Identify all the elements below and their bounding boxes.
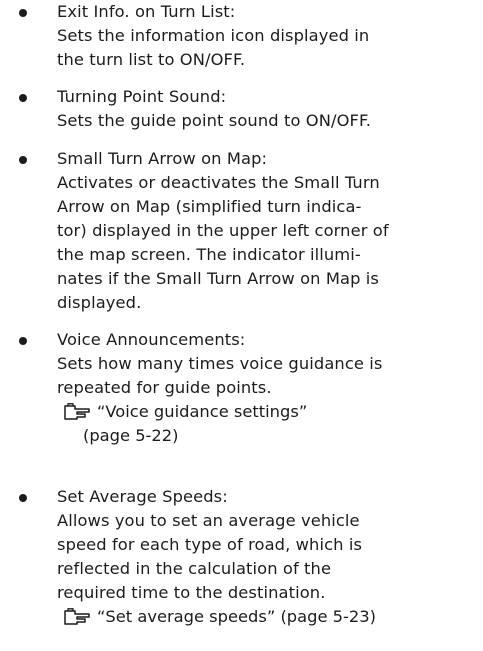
item-description-line: Sets how many times voice guidance is <box>57 354 383 373</box>
item-title: Small Turn Arrow on Map: <box>57 149 268 168</box>
reference-page-number[interactable]: (page 5-22) <box>83 424 179 448</box>
bullet-icon <box>19 494 27 502</box>
item-description-line: displayed. <box>57 293 142 312</box>
item-description-line: required time to the destination. <box>57 583 326 602</box>
bullet-icon <box>19 337 27 345</box>
item-title: Set Average Speeds: <box>57 487 228 506</box>
item-description-line: Allows you to set an average vehicle <box>57 511 360 530</box>
item-description-line: Sets the information icon displayed in <box>57 26 370 45</box>
item-title: Exit Info. on Turn List: <box>57 2 236 21</box>
reference-hand-icon <box>64 608 90 625</box>
item-title: Turning Point Sound: <box>57 87 227 106</box>
item-description-line: Sets the guide point sound to ON/OFF. <box>57 111 372 130</box>
item-title: Voice Announcements: <box>57 330 246 349</box>
item-description-line: the map screen. The indicator illumi- <box>57 245 361 264</box>
item-description-line: repeated for guide points. <box>57 378 272 397</box>
item-description-line: speed for each type of road, which is <box>57 535 363 554</box>
item-description-line: tor) displayed in the upper left corner … <box>57 221 389 240</box>
reference-link-text[interactable]: “Set average speeds” (page 5-23) <box>97 605 376 629</box>
bullet-icon <box>19 9 27 17</box>
item-description-line: reflected in the calculation of the <box>57 559 332 578</box>
reference-link-text[interactable]: “Voice guidance settings” <box>97 400 307 424</box>
reference-hand-icon <box>64 403 90 420</box>
item-description-line: Arrow on Map (simplified turn indica- <box>57 197 362 216</box>
bullet-icon <box>19 156 27 164</box>
item-description-line: nates if the Small Turn Arrow on Map is <box>57 269 379 288</box>
item-description-line: Activates or deactivates the Small Turn <box>57 173 380 192</box>
item-description-line: the turn list to ON/OFF. <box>57 50 246 69</box>
bullet-icon <box>19 94 27 102</box>
